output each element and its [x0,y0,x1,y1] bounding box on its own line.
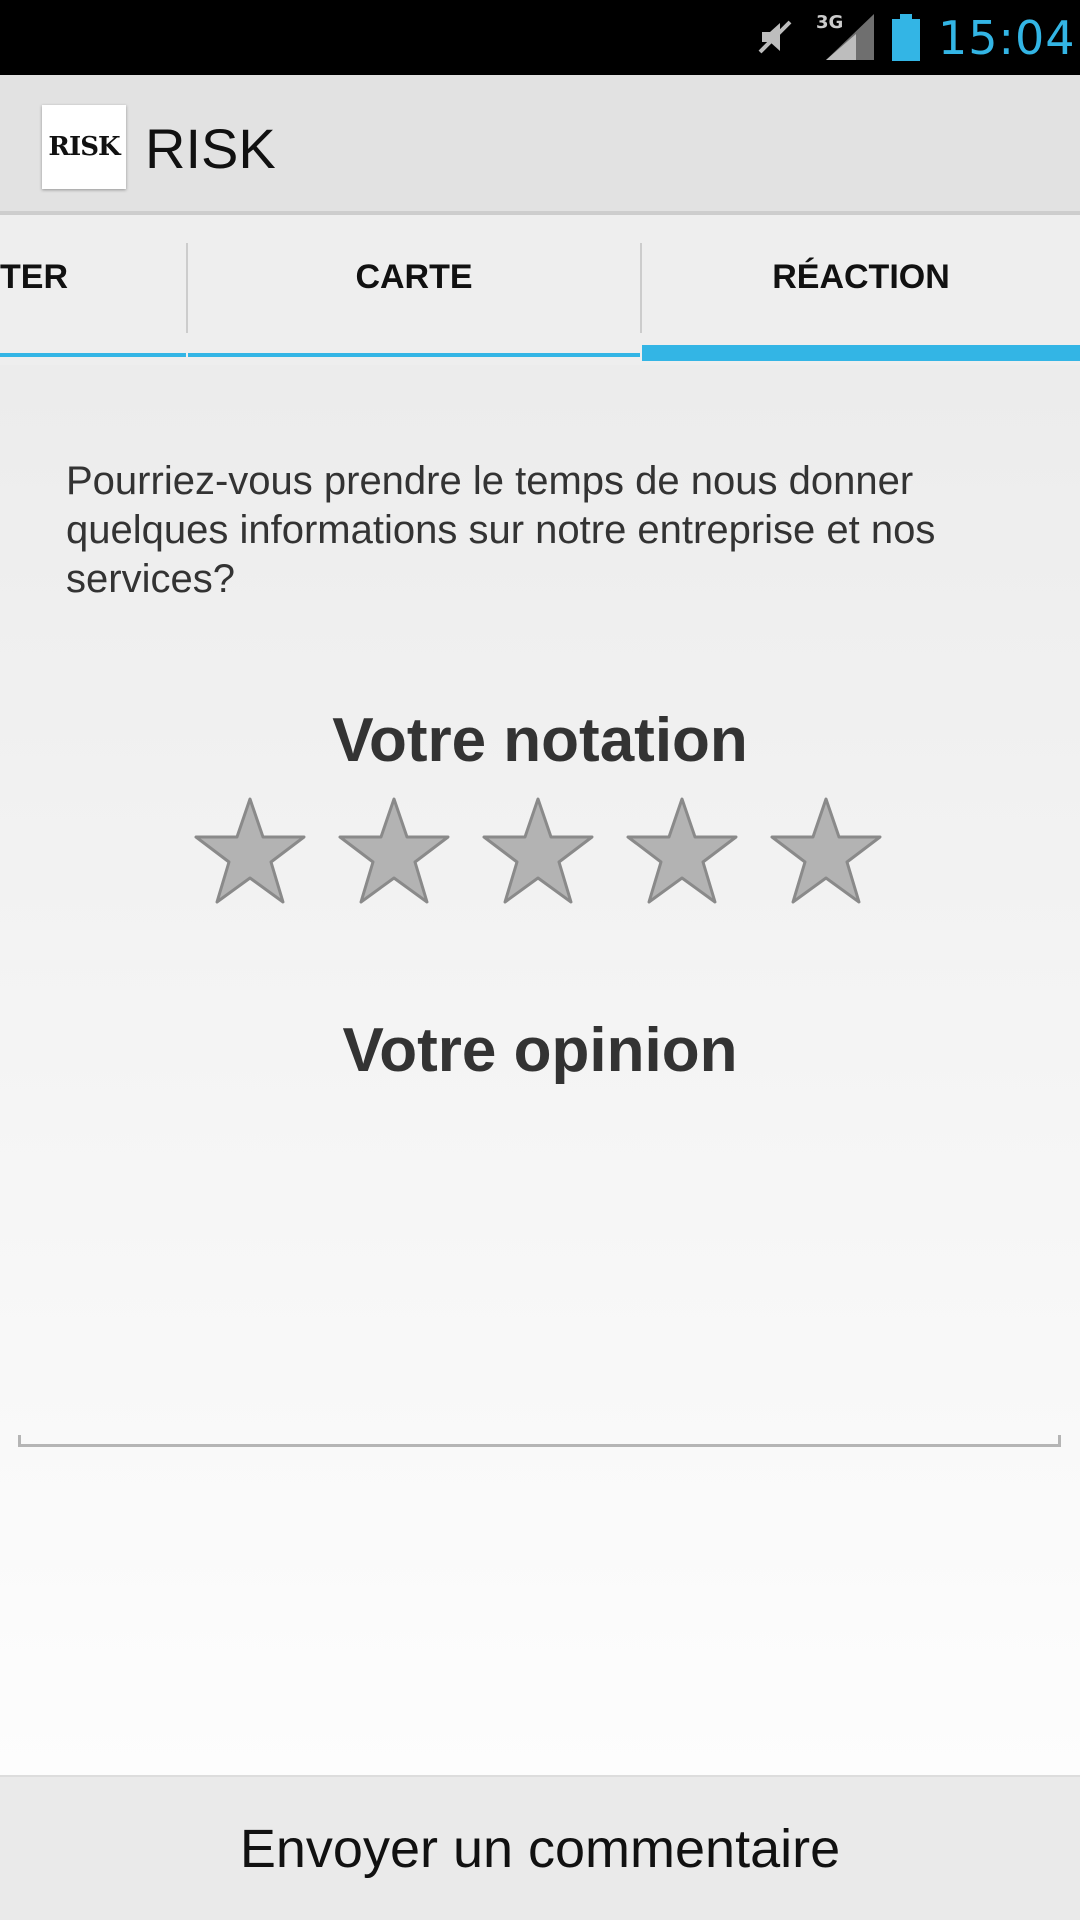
tab-strip: TER CARTE RÉACTION [0,215,1080,365]
app-logo-text: RISK [48,132,120,162]
rating-title: Votre notation [332,706,748,775]
feedback-content: Pourriez-vous prendre le temps de nous d… [0,365,1080,1775]
mute-icon [758,20,792,54]
tab-active-indicator [642,345,1080,361]
app-title: RISK [145,117,276,180]
send-feedback-button[interactable]: Envoyer un commentaire [0,1775,1080,1920]
tab-label: CARTE [355,257,473,296]
app-logo[interactable]: RISK [42,105,126,189]
opinion-title: Votre opinion [342,1016,738,1085]
tab-indicator [0,353,186,357]
star-icon[interactable] [336,795,452,907]
action-bar: RISK RISK [0,75,1080,215]
tab-ter[interactable]: TER [0,215,186,363]
rating-bar[interactable] [192,795,892,915]
star-icon[interactable] [192,795,308,907]
tab-label: RÉACTION [772,257,950,296]
tab-carte[interactable]: CARTE [188,215,640,363]
tab-indicator [188,353,640,357]
signal-icon [826,14,874,60]
feedback-intro: Pourriez-vous prendre le temps de nous d… [66,459,936,601]
tab-label: TER [0,257,68,296]
status-bar: 3G 15:04 [0,0,1080,75]
star-icon[interactable] [480,795,596,907]
star-icon[interactable] [768,795,884,907]
status-clock: 15:04 [938,11,1076,65]
tab-reaction[interactable]: RÉACTION [642,215,1080,363]
opinion-input-underline [18,1435,1061,1447]
opinion-input[interactable] [18,1125,1061,1445]
star-icon[interactable] [624,795,740,907]
battery-icon [892,14,920,61]
